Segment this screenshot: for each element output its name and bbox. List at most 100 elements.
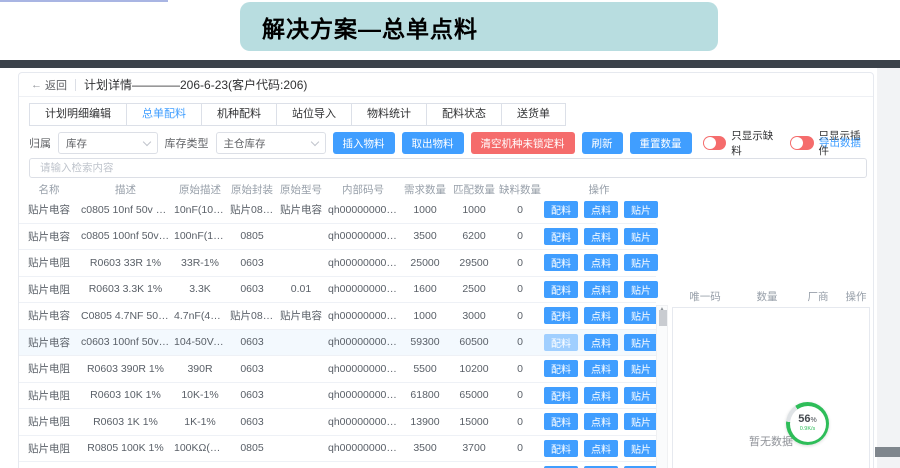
tiepian-button[interactable]: 贴片 xyxy=(624,334,658,351)
tab[interactable]: 机种配料 xyxy=(201,103,277,126)
cell-internal-code: qh0000000045 xyxy=(326,336,400,348)
table-row[interactable]: 贴片电阻 R0603 3.3K 1% 3.3K 0603 0.01 qh0000… xyxy=(19,277,656,304)
toolbar: 归属 库存 库存类型 主仓库存 插入物料取出物料清空机种未锁定料刷新重置数量 只… xyxy=(29,132,863,154)
dianliao-button[interactable]: 点料 xyxy=(584,201,618,218)
dianliao-button[interactable]: 点料 xyxy=(584,307,618,324)
table-row[interactable]: 贴片电容 c0805 100nf 50v 10% 100nF(104... 08… xyxy=(19,224,656,251)
column-header: 唯一码 xyxy=(672,289,738,304)
cell-original-description: 100KΩ(100... xyxy=(172,442,228,454)
progress-value: 56% xyxy=(798,414,816,426)
stock-type-select-value: 主仓库存 xyxy=(224,136,266,151)
column-header: 需求数量 xyxy=(400,182,450,197)
cell-description: R0603 33R 1% xyxy=(79,257,172,269)
cell-demand-qty: 3500 xyxy=(400,230,450,242)
cell-description: R0603 10K 1% xyxy=(79,389,172,401)
dianliao-button[interactable]: 点料 xyxy=(584,440,618,457)
dianliao-button[interactable]: 点料 xyxy=(584,360,618,377)
peiliao-button[interactable]: 配料 xyxy=(544,440,578,457)
cell-internal-code: qh0000000002 xyxy=(326,204,400,216)
cell-actions: 配料 点料 贴片 xyxy=(542,334,660,351)
peiliao-button[interactable]: 配料 xyxy=(544,334,578,351)
table-row[interactable]: 贴片电阻 R0603 1K 1% 1K-1% 0603 qh0000000063… xyxy=(19,409,656,436)
export-data-link[interactable]: 导出数据 xyxy=(819,135,861,150)
cell-matched-qty: 29500 xyxy=(450,257,498,269)
table-row[interactable]: 贴片电阻 R0603 10K 1% 10K-1% 0603 qh00000000… xyxy=(19,383,656,410)
dianliao-button[interactable]: 点料 xyxy=(584,281,618,298)
table-row[interactable]: 贴片电容 c0805 10nf 50v 10% 10nF(103) ... 贴片… xyxy=(19,197,656,224)
tiepian-button[interactable]: 贴片 xyxy=(624,228,658,245)
column-header: 匹配数量 xyxy=(450,182,498,197)
cell-name: 贴片电阻 xyxy=(19,361,79,376)
peiliao-button[interactable]: 配料 xyxy=(544,387,578,404)
cell-shortage-qty: 0 xyxy=(498,230,542,242)
toggle-switch[interactable] xyxy=(703,136,727,150)
table-row[interactable]: 贴片电阻 R0603 390R 1% 390R 0603 qh000000006… xyxy=(19,356,656,383)
table-row[interactable]: 贴片电容 C0805 4.7NF 50V 10% ... 4.7nF(472).… xyxy=(19,303,656,330)
chevron-down-icon xyxy=(310,137,318,145)
peiliao-button[interactable]: 配料 xyxy=(544,254,578,271)
tab[interactable]: 物料统计 xyxy=(351,103,427,126)
tiepian-button[interactable]: 贴片 xyxy=(624,307,658,324)
back-arrow-icon: ← xyxy=(31,79,42,91)
toolbar-button[interactable]: 刷新 xyxy=(582,132,623,154)
dianliao-button[interactable]: 点料 xyxy=(584,387,618,404)
cell-original-package: 0603 xyxy=(228,257,276,269)
table-row[interactable]: 贴片电阻 R0603 33R 1% 33R-1% 0603 qh00000000… xyxy=(19,250,656,277)
cell-internal-code: qh0000000020 xyxy=(326,257,400,269)
cell-original-package: 0603 xyxy=(228,416,276,428)
dianliao-button[interactable]: 点料 xyxy=(584,334,618,351)
cell-actions: 配料 点料 贴片 xyxy=(542,360,660,377)
toolbar-button[interactable]: 清空机种未锁定料 xyxy=(471,132,575,154)
cell-actions: 配料 点料 贴片 xyxy=(542,201,660,218)
toggle-switch[interactable] xyxy=(790,136,814,150)
stock-type-select[interactable]: 主仓库存 xyxy=(216,132,326,154)
cell-matched-qty: 15000 xyxy=(450,416,498,428)
tiepian-button[interactable]: 贴片 xyxy=(624,254,658,271)
cell-shortage-qty: 0 xyxy=(498,257,542,269)
column-header: 操作 xyxy=(840,289,872,304)
search-input[interactable] xyxy=(40,162,856,174)
cell-internal-code: qh0000000023 xyxy=(326,283,400,295)
peiliao-button[interactable]: 配料 xyxy=(544,307,578,324)
tiepian-button[interactable]: 贴片 xyxy=(624,387,658,404)
peiliao-button[interactable]: 配料 xyxy=(544,281,578,298)
tab[interactable]: 站位导入 xyxy=(276,103,352,126)
tiepian-button[interactable]: 贴片 xyxy=(624,360,658,377)
dianliao-button[interactable]: 点料 xyxy=(584,254,618,271)
peiliao-button[interactable]: 配料 xyxy=(544,201,578,218)
tiepian-button[interactable]: 贴片 xyxy=(624,413,658,430)
tiepian-button[interactable]: 贴片 xyxy=(624,281,658,298)
dianliao-button[interactable]: 点料 xyxy=(584,228,618,245)
cell-original-description: 10K-1% xyxy=(172,389,228,401)
tab[interactable]: 总单配料 xyxy=(126,103,202,126)
peiliao-button[interactable]: 配料 xyxy=(544,413,578,430)
scrollbar-thumb[interactable] xyxy=(659,310,667,326)
peiliao-button[interactable]: 配料 xyxy=(544,360,578,377)
toolbar-button[interactable]: 重置数量 xyxy=(630,132,692,154)
tiepian-button[interactable]: 贴片 xyxy=(624,201,658,218)
table-row[interactable]: 贴片电容 c0603 100nf 50v 10% 104 104-50V-X..… xyxy=(19,330,656,357)
dianliao-button[interactable]: 点料 xyxy=(584,413,618,430)
cell-actions: 配料 点料 贴片 xyxy=(542,281,660,298)
tab[interactable]: 配料状态 xyxy=(426,103,502,126)
progress-badge[interactable]: 56% 0.9K/s xyxy=(786,402,829,445)
tab[interactable]: 送货单 xyxy=(501,103,566,126)
cell-original-package: 0603 xyxy=(228,363,276,375)
cell-name: 贴片电阻 xyxy=(19,441,79,456)
table-scrollbar[interactable]: ▲ ▼ xyxy=(656,305,668,468)
back-button[interactable]: ← 返回 xyxy=(31,77,67,93)
tab[interactable]: 计划明细编辑 xyxy=(29,103,127,126)
back-label: 返回 xyxy=(45,77,67,93)
right-panel-header-row: 唯一码数量厂商操作 xyxy=(672,289,872,304)
owner-select[interactable]: 库存 xyxy=(58,132,158,154)
cell-description: R0805 100K 1% xyxy=(79,442,172,454)
cell-shortage-qty: 0 xyxy=(498,336,542,348)
tiepian-button[interactable]: 贴片 xyxy=(624,440,658,457)
toolbar-button[interactable]: 取出物料 xyxy=(402,132,464,154)
table-row[interactable]: 配料 点料 贴片 xyxy=(19,462,656,468)
peiliao-button[interactable]: 配料 xyxy=(544,228,578,245)
toolbar-button[interactable]: 插入物料 xyxy=(333,132,395,154)
cell-original-package: 0603 xyxy=(228,336,276,348)
slide-title: 解决方案—总单点料 xyxy=(262,10,478,44)
table-row[interactable]: 贴片电阻 R0805 100K 1% 100KΩ(100... 0805 qh0… xyxy=(19,436,656,463)
